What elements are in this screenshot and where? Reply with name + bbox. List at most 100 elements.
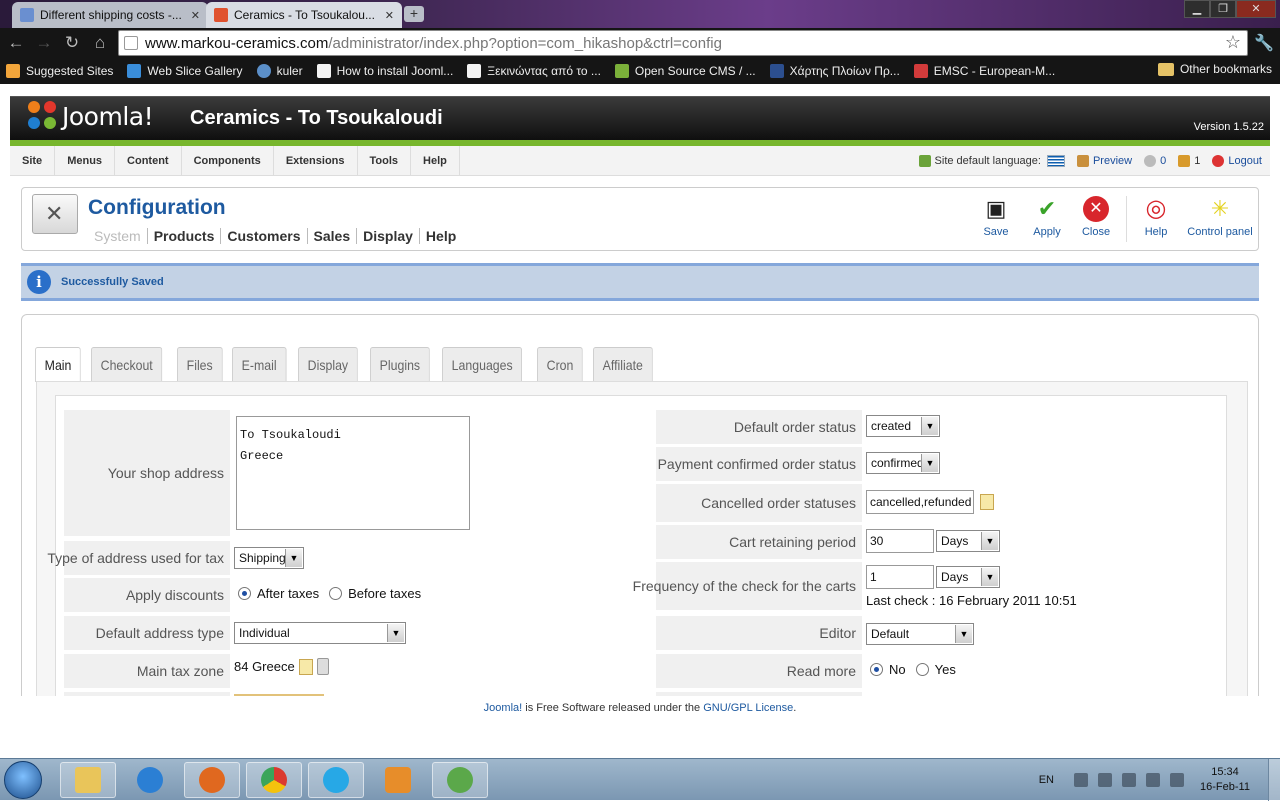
- language-indicator[interactable]: EN: [1039, 774, 1054, 786]
- menu-extensions[interactable]: Extensions: [274, 145, 358, 176]
- submenu-display[interactable]: Display: [357, 228, 420, 244]
- taskbar-skype[interactable]: [308, 762, 364, 798]
- taskbar-internet-explorer[interactable]: [122, 762, 178, 798]
- maximize-icon[interactable]: ❐: [1210, 0, 1236, 18]
- bookmark-emsc[interactable]: EMSC - European-M...: [913, 64, 1055, 78]
- wrench-menu-icon[interactable]: 🔧: [1254, 33, 1274, 53]
- read-more-yes-radio[interactable]: [915, 663, 929, 676]
- save-button[interactable]: ▣ Save: [976, 196, 1016, 246]
- tab-files[interactable]: Files: [176, 347, 222, 381]
- bookmark-suggested-sites[interactable]: Suggested Sites: [6, 64, 113, 78]
- bookmark-star-icon[interactable]: ☆: [1225, 32, 1241, 53]
- close-button[interactable]: ✕ Close: [1076, 196, 1116, 246]
- submenu-products[interactable]: Products: [148, 228, 222, 244]
- tab-checkout[interactable]: Checkout: [91, 347, 163, 381]
- back-arrow-icon[interactable]: ←: [6, 33, 26, 53]
- menu-tools[interactable]: Tools: [358, 145, 412, 176]
- bookmark-open-source-cms[interactable]: Open Source CMS / ...: [614, 64, 756, 78]
- tab-main[interactable]: Main: [35, 347, 82, 382]
- joomla-logo[interactable]: Joomla!: [28, 101, 154, 131]
- start-button[interactable]: [4, 761, 42, 799]
- after-taxes-radio[interactable]: [238, 587, 251, 600]
- chevron-down-icon: ▼: [921, 454, 938, 472]
- minimize-icon[interactable]: ▁: [1184, 0, 1210, 18]
- cancelled-statuses-input[interactable]: cancelled,refunded: [866, 490, 974, 514]
- order-status-value: created: [871, 419, 912, 433]
- tab-languages[interactable]: Languages: [441, 347, 522, 381]
- gpl-license-link[interactable]: GNU/GPL License: [703, 702, 793, 714]
- home-icon[interactable]: ⌂: [90, 33, 110, 53]
- messages-count-value[interactable]: 0: [1160, 155, 1166, 167]
- other-bookmarks[interactable]: Other bookmarks: [1157, 62, 1272, 76]
- preview-label[interactable]: Preview: [1093, 155, 1132, 167]
- skype-icon: [323, 767, 349, 793]
- help-button[interactable]: ◎ Help: [1136, 196, 1176, 246]
- new-tab-button[interactable]: +: [404, 6, 424, 22]
- bookmark-label: Suggested Sites: [26, 64, 114, 78]
- preview-link[interactable]: Preview: [1076, 155, 1132, 167]
- close-tab-icon[interactable]: ✕: [385, 9, 394, 22]
- address-bar[interactable]: www.markou-ceramics.com/administrator/in…: [118, 30, 1248, 56]
- submenu-system[interactable]: System: [88, 228, 148, 244]
- clock[interactable]: 15:34 16-Feb-11: [1194, 765, 1256, 795]
- control-panel-button[interactable]: ✳ Control panel: [1186, 196, 1254, 246]
- bookmark-ship-map[interactable]: Χάρτης Πλοίων Πρ...: [769, 64, 900, 78]
- bookmark-greek-start[interactable]: Ξεκινώντας από το ...: [467, 64, 601, 78]
- menu-components[interactable]: Components: [182, 145, 274, 176]
- submenu-sales[interactable]: Sales: [308, 228, 358, 244]
- close-tab-icon[interactable]: ✕: [191, 9, 200, 22]
- tax-address-select[interactable]: Shipping ▼: [234, 547, 304, 569]
- apply-button[interactable]: ✔ Apply: [1026, 196, 1068, 246]
- taskbar-firefox[interactable]: [184, 762, 240, 798]
- tab-display[interactable]: Display: [297, 347, 358, 381]
- logout-label[interactable]: Logout: [1228, 155, 1262, 167]
- show-hidden-icons-icon[interactable]: [1074, 773, 1088, 787]
- messages-count[interactable]: 0: [1144, 155, 1166, 167]
- joomla-link[interactable]: Joomla!: [484, 702, 523, 714]
- bookmark-kuler[interactable]: kuler: [256, 64, 303, 78]
- submenu-customers[interactable]: Customers: [221, 228, 308, 244]
- power-icon[interactable]: [1122, 773, 1136, 787]
- network-signal-icon[interactable]: [1146, 773, 1160, 787]
- bookmark-install-joomla[interactable]: How to install Jooml...: [316, 64, 453, 78]
- volume-icon[interactable]: [1170, 773, 1184, 787]
- address-type-select[interactable]: Individual ▼: [234, 622, 406, 644]
- menu-site[interactable]: Site: [10, 145, 56, 176]
- logout-link[interactable]: Logout: [1212, 155, 1262, 167]
- default-order-status-select[interactable]: created ▼: [866, 415, 940, 437]
- tab-email[interactable]: E-mail: [232, 347, 287, 381]
- taskbar-chrome[interactable]: [246, 762, 302, 798]
- taskbar-explorer[interactable]: [60, 762, 116, 798]
- before-taxes-radio[interactable]: [329, 587, 343, 600]
- menu-help[interactable]: Help: [411, 145, 460, 176]
- cart-retaining-unit-select[interactable]: Days ▼: [936, 530, 1000, 552]
- tab-plugins[interactable]: Plugins: [369, 347, 430, 381]
- payment-confirmed-select[interactable]: confirmed ▼: [866, 452, 940, 474]
- edit-icon[interactable]: [980, 494, 994, 510]
- browser-tab-ceramics[interactable]: Ceramics - To Tsoukalou... ✕: [206, 2, 402, 28]
- menu-content[interactable]: Content: [115, 145, 182, 176]
- trash-icon[interactable]: [316, 658, 329, 675]
- cart-retaining-input[interactable]: 30: [866, 529, 934, 553]
- read-more-no-radio[interactable]: [870, 663, 883, 676]
- taskbar-media-player[interactable]: [370, 762, 426, 798]
- action-center-flag-icon[interactable]: [1098, 773, 1112, 787]
- bookmark-web-slice[interactable]: Web Slice Gallery: [127, 64, 243, 78]
- editor-select[interactable]: Default ▼: [866, 623, 974, 645]
- frequency-unit-select[interactable]: Days ▼: [936, 566, 1000, 588]
- frequency-input[interactable]: 1: [866, 565, 934, 589]
- submenu-help[interactable]: Help: [420, 228, 462, 244]
- taskbar-messenger[interactable]: [432, 762, 488, 798]
- tab-affiliate[interactable]: Affiliate: [593, 347, 653, 381]
- forward-arrow-icon[interactable]: →: [34, 33, 54, 53]
- menu-menus[interactable]: Menus: [55, 145, 116, 176]
- shop-address-textarea[interactable]: To Tsoukaloudi Greece: [236, 416, 470, 530]
- reload-icon[interactable]: ↻: [62, 33, 82, 53]
- edit-icon[interactable]: [298, 658, 313, 675]
- close-window-icon[interactable]: ✕: [1236, 0, 1276, 18]
- chrome-icon: [261, 767, 287, 793]
- payment-status-select-wrap: confirmed ▼: [866, 452, 940, 474]
- browser-tab-shipping[interactable]: Different shipping costs -... ✕: [12, 2, 208, 28]
- show-desktop-button[interactable]: [1268, 759, 1280, 801]
- tab-cron[interactable]: Cron: [536, 347, 583, 381]
